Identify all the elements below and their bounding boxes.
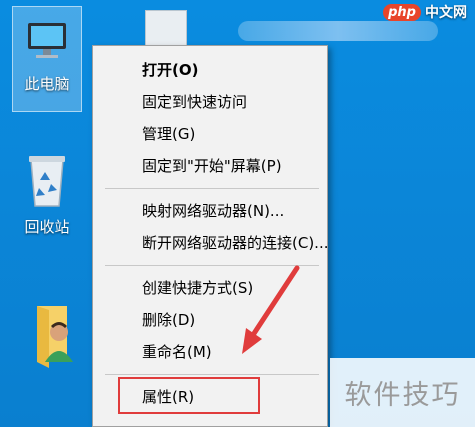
software-tips-watermark: 软件技巧 <box>330 358 475 427</box>
watermark-text: 软件技巧 <box>344 380 461 411</box>
